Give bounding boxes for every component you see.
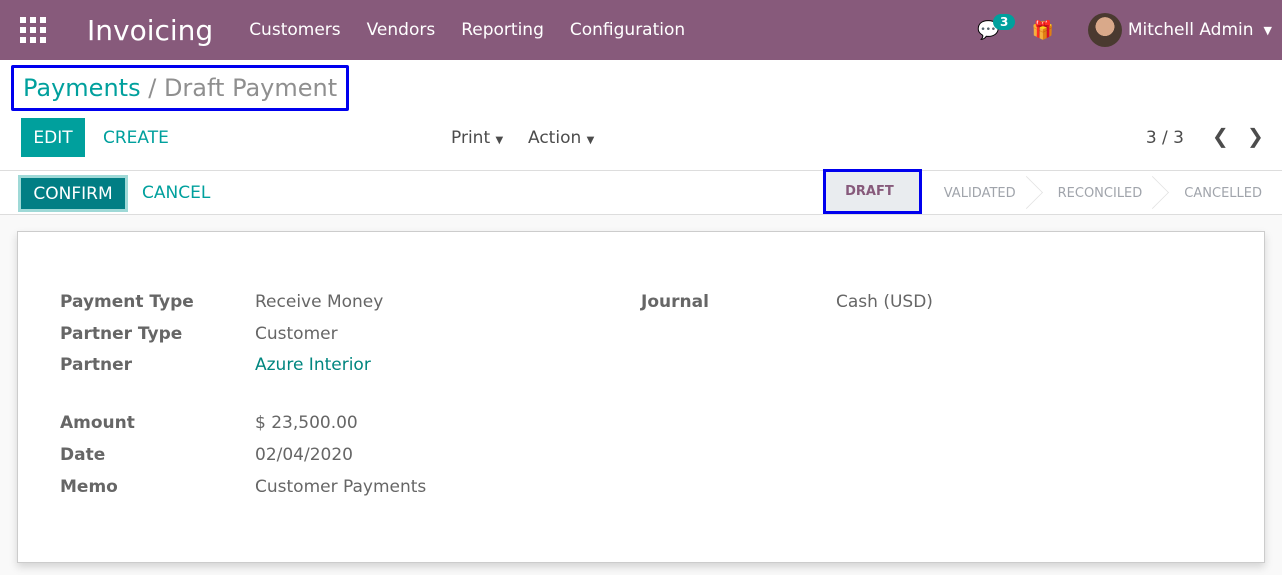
memo-label: Memo bbox=[60, 477, 118, 497]
status-steps: DRAFT VALIDATED RECONCILED CANCELLED bbox=[823, 169, 1282, 215]
partner-type-value: Customer bbox=[255, 324, 338, 344]
payment-type-value: Receive Money bbox=[255, 292, 384, 312]
gift-icon[interactable]: 🎁 bbox=[1031, 20, 1053, 41]
payment-type-label: Payment Type bbox=[60, 292, 194, 312]
top-navbar: Invoicing Customers Vendors Reporting Co… bbox=[0, 0, 1282, 60]
journal-label: Journal bbox=[641, 292, 709, 312]
create-button[interactable]: CREATE bbox=[103, 128, 169, 148]
status-cancelled[interactable]: CANCELLED bbox=[1162, 171, 1282, 215]
cancel-button[interactable]: CANCEL bbox=[142, 183, 210, 203]
pager-value[interactable]: 3 / 3 bbox=[1146, 128, 1184, 148]
next-record-icon[interactable]: ❯ bbox=[1247, 124, 1264, 148]
app-title: Invoicing bbox=[87, 13, 214, 47]
status-validated[interactable]: VALIDATED bbox=[922, 171, 1036, 215]
message-count-badge: 3 bbox=[993, 13, 1016, 30]
menu-customers[interactable]: Customers bbox=[249, 20, 340, 40]
breadcrumb-current: Draft Payment bbox=[163, 74, 338, 102]
action-dropdown[interactable]: Action ▼ bbox=[528, 128, 594, 148]
partner-label: Partner bbox=[60, 355, 133, 375]
date-value: 02/04/2020 bbox=[255, 445, 353, 465]
memo-value: Customer Payments bbox=[255, 477, 427, 497]
caret-down-icon: ▼ bbox=[586, 135, 595, 146]
edit-button[interactable]: EDIT bbox=[21, 118, 85, 157]
messaging-button[interactable]: 💬 3 bbox=[977, 13, 1016, 41]
amount-value: $ 23,500.00 bbox=[255, 413, 358, 433]
form-sheet: Payment Type Receive Money Partner Type … bbox=[17, 231, 1265, 563]
action-label: Action bbox=[528, 128, 582, 148]
user-menu[interactable]: Mitchell Admin bbox=[1128, 20, 1254, 40]
confirm-button[interactable]: CONFIRM bbox=[18, 175, 128, 212]
partner-link[interactable]: Azure Interior bbox=[255, 355, 371, 375]
menu-reporting[interactable]: Reporting bbox=[461, 20, 544, 40]
breadcrumb-separator: / bbox=[148, 74, 157, 102]
status-reconciled[interactable]: RECONCILED bbox=[1036, 171, 1163, 215]
control-panel: Payments / Draft Payment EDIT CREATE Pri… bbox=[0, 60, 1282, 215]
print-label: Print bbox=[451, 128, 491, 148]
status-bar: CONFIRM CANCEL DRAFT VALIDATED RECONCILE… bbox=[0, 169, 1282, 215]
breadcrumb: Payments / Draft Payment bbox=[11, 65, 350, 111]
breadcrumb-payments[interactable]: Payments bbox=[23, 74, 141, 102]
apps-menu-icon[interactable] bbox=[20, 17, 46, 43]
print-dropdown[interactable]: Print ▼ bbox=[451, 128, 503, 148]
avatar[interactable] bbox=[1087, 13, 1122, 47]
caret-down-icon[interactable]: ▼ bbox=[1264, 24, 1272, 37]
menu-configuration[interactable]: Configuration bbox=[570, 20, 685, 40]
amount-label: Amount bbox=[60, 413, 135, 433]
partner-type-label: Partner Type bbox=[60, 324, 183, 344]
status-draft: DRAFT bbox=[823, 169, 922, 214]
previous-record-icon[interactable]: ❮ bbox=[1212, 124, 1229, 148]
menu-vendors[interactable]: Vendors bbox=[367, 20, 436, 40]
caret-down-icon: ▼ bbox=[495, 135, 504, 146]
date-label: Date bbox=[60, 445, 106, 465]
journal-value: Cash (USD) bbox=[836, 292, 933, 312]
